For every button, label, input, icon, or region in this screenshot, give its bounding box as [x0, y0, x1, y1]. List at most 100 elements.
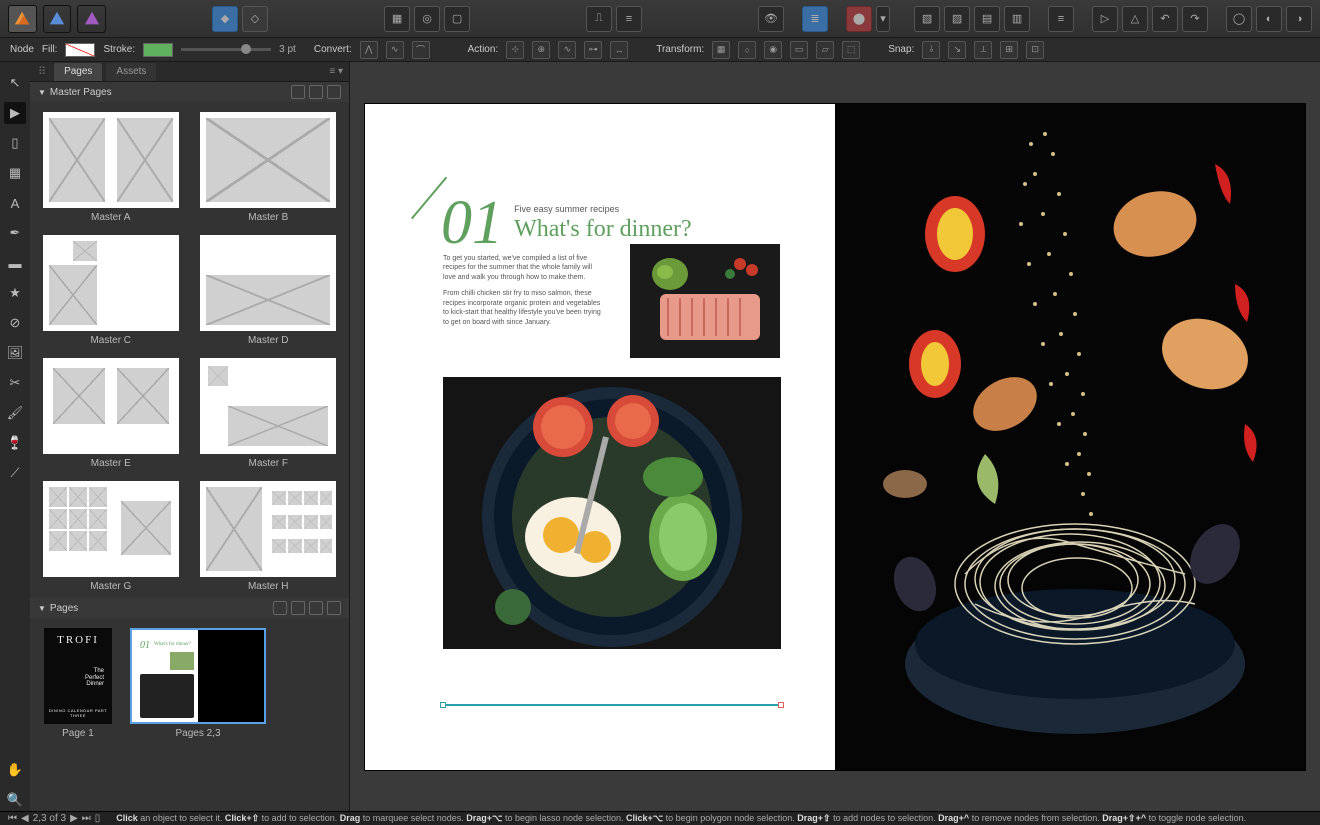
ellipse-tool-icon[interactable]: ⊘	[4, 312, 26, 334]
collapse-icon[interactable]: ▼	[38, 604, 46, 613]
app-switch-photo[interactable]	[8, 5, 37, 33]
page-1-thumb[interactable]: TROFI The Perfect Dinner DINING CALENDAR…	[44, 628, 112, 739]
rectangle-tool-icon[interactable]: ▬	[4, 252, 26, 274]
rotate-cw-icon[interactable]: ↷	[1182, 6, 1208, 32]
master-pages-header[interactable]: ▼ Master Pages	[30, 82, 349, 102]
arrange-backward-icon[interactable]: ▨	[944, 6, 970, 32]
transform-5-icon[interactable]: ▱	[816, 41, 834, 59]
boolean-subtract-icon[interactable]: ◐	[1256, 6, 1282, 32]
nav-first-icon[interactable]: ⏮	[8, 813, 17, 824]
master-del-icon[interactable]	[327, 85, 341, 99]
rotate-ccw-icon[interactable]: ↶	[1152, 6, 1178, 32]
stroke-width-slider[interactable]	[181, 48, 271, 51]
transform-3-icon[interactable]: ◉	[764, 41, 782, 59]
master-b[interactable]: Master B	[200, 112, 338, 223]
boolean-add-icon[interactable]: ◯	[1226, 6, 1252, 32]
master-d[interactable]: Master D	[200, 235, 338, 346]
arrange-back-icon[interactable]: ▧	[914, 6, 940, 32]
salmon-image[interactable]	[630, 244, 780, 358]
baseline-icon[interactable]: ⎍	[586, 6, 612, 32]
view-mode-1-icon[interactable]: ▦	[384, 6, 410, 32]
app-switch-publisher[interactable]	[77, 5, 106, 33]
snap-2-icon[interactable]: ↘	[948, 41, 966, 59]
crop-tool-icon[interactable]: ✂	[4, 372, 26, 394]
persona-pixel-icon[interactable]: ◇	[242, 6, 268, 32]
arrange-forward-icon[interactable]: ▤	[974, 6, 1000, 32]
eggs-bowl-image[interactable]	[443, 377, 781, 649]
convert-smooth-icon[interactable]: ∿	[386, 41, 404, 59]
collapse-icon[interactable]: ▼	[38, 88, 46, 97]
snap-1-icon[interactable]: ⫰	[922, 41, 940, 59]
master-c[interactable]: Master C	[42, 235, 180, 346]
action-break-icon[interactable]: ⊹	[506, 41, 524, 59]
pan-tool-icon[interactable]: ✋	[4, 759, 26, 781]
nav-spread-icon[interactable]: ▯	[95, 813, 101, 824]
clip-icon[interactable]: ≣	[802, 6, 828, 32]
page-spread-icon[interactable]	[273, 601, 287, 615]
page-single-icon[interactable]	[291, 601, 305, 615]
master-h[interactable]: Master H	[200, 481, 338, 592]
action-close-icon[interactable]: ⊕	[532, 41, 550, 59]
canvas[interactable]: 01 Five easy summer recipes What's for d…	[350, 62, 1320, 811]
view-mode-3-icon[interactable]: ▢	[444, 6, 470, 32]
zoom-tool-icon[interactable]: 🔍	[4, 789, 26, 811]
align-icon[interactable]: ≡	[1048, 6, 1074, 32]
page-add-icon[interactable]	[309, 601, 323, 615]
nav-prev-icon[interactable]: ◀	[21, 813, 29, 824]
tab-pages[interactable]: Pages	[54, 63, 102, 81]
stroke-width-value[interactable]: 3 pt	[279, 44, 296, 55]
selection-handle-right[interactable]	[778, 702, 784, 708]
transform-2-icon[interactable]: ○	[738, 41, 756, 59]
action-smooth-icon[interactable]: ∿	[558, 41, 576, 59]
app-switch-designer[interactable]	[43, 5, 72, 33]
fill-tool-icon[interactable]: 🍷	[4, 432, 26, 454]
snap-5-icon[interactable]: ⊡	[1026, 41, 1044, 59]
master-dup-icon[interactable]	[309, 85, 323, 99]
snap-4-icon[interactable]: ⊞	[1000, 41, 1018, 59]
artistic-text-tool-icon[interactable]: A	[4, 192, 26, 214]
nav-last-icon[interactable]: ⏭	[82, 813, 91, 824]
persona-designer-icon[interactable]: ◆	[212, 6, 238, 32]
right-page[interactable]	[835, 104, 1305, 770]
boolean-intersect-icon[interactable]: ◑	[1286, 6, 1312, 32]
frame-text-tool-icon[interactable]: ▯	[4, 132, 26, 154]
action-join-icon[interactable]: ⊶	[584, 41, 602, 59]
shape-tool-icon[interactable]: ★	[4, 282, 26, 304]
move-tool-icon[interactable]: ↖	[4, 72, 26, 94]
view-mode-2-icon[interactable]: ◎	[414, 6, 440, 32]
fill-swatch[interactable]	[65, 43, 95, 57]
page-del-icon[interactable]	[327, 601, 341, 615]
page-2-3-thumb[interactable]: 01 What's for dinner? Pages 2,3	[130, 628, 266, 739]
vector-brush-tool-icon[interactable]: 🖌	[4, 402, 26, 424]
panel-menu-icon[interactable]: ≡ ▾	[329, 66, 343, 77]
transform-1-icon[interactable]: ▦	[712, 41, 730, 59]
arrange-front-icon[interactable]: ▥	[1004, 6, 1030, 32]
convert-smart-icon[interactable]: ⌒	[412, 41, 430, 59]
image-tool-icon[interactable]: 🖼	[4, 342, 26, 364]
convert-sharp-icon[interactable]: ⋀	[360, 41, 378, 59]
panel-grip-icon[interactable]: ⠿	[38, 65, 46, 78]
master-add-icon[interactable]	[291, 85, 305, 99]
snap-3-icon[interactable]: ⟂	[974, 41, 992, 59]
transform-6-icon[interactable]: ⬚	[842, 41, 860, 59]
master-g[interactable]: Master G	[42, 481, 180, 592]
flip-v-icon[interactable]: △	[1122, 6, 1148, 32]
transform-4-icon[interactable]: ▭	[790, 41, 808, 59]
pages-header[interactable]: ▼ Pages	[30, 598, 349, 618]
preflight-dropdown-icon[interactable]: ▾	[876, 6, 890, 32]
selection-box[interactable]	[443, 704, 781, 706]
text-flow-icon[interactable]: ≡	[616, 6, 642, 32]
preflight-icon[interactable]: ⬤	[846, 6, 872, 32]
node-tool-icon[interactable]: ▶	[4, 102, 26, 124]
master-a[interactable]: Master A	[42, 112, 180, 223]
table-tool-icon[interactable]: ▦	[4, 162, 26, 184]
master-e[interactable]: Master E	[42, 358, 180, 469]
eyedropper-tool-icon[interactable]: ⟋	[4, 462, 26, 484]
nav-next-icon[interactable]: ▶	[70, 813, 78, 824]
stroke-swatch[interactable]	[143, 43, 173, 57]
selection-handle-left[interactable]	[440, 702, 446, 708]
left-page[interactable]: 01 Five easy summer recipes What's for d…	[365, 104, 835, 770]
pen-tool-icon[interactable]: ✒	[4, 222, 26, 244]
action-reverse-icon[interactable]: ↔	[610, 41, 628, 59]
master-f[interactable]: Master F	[200, 358, 338, 469]
